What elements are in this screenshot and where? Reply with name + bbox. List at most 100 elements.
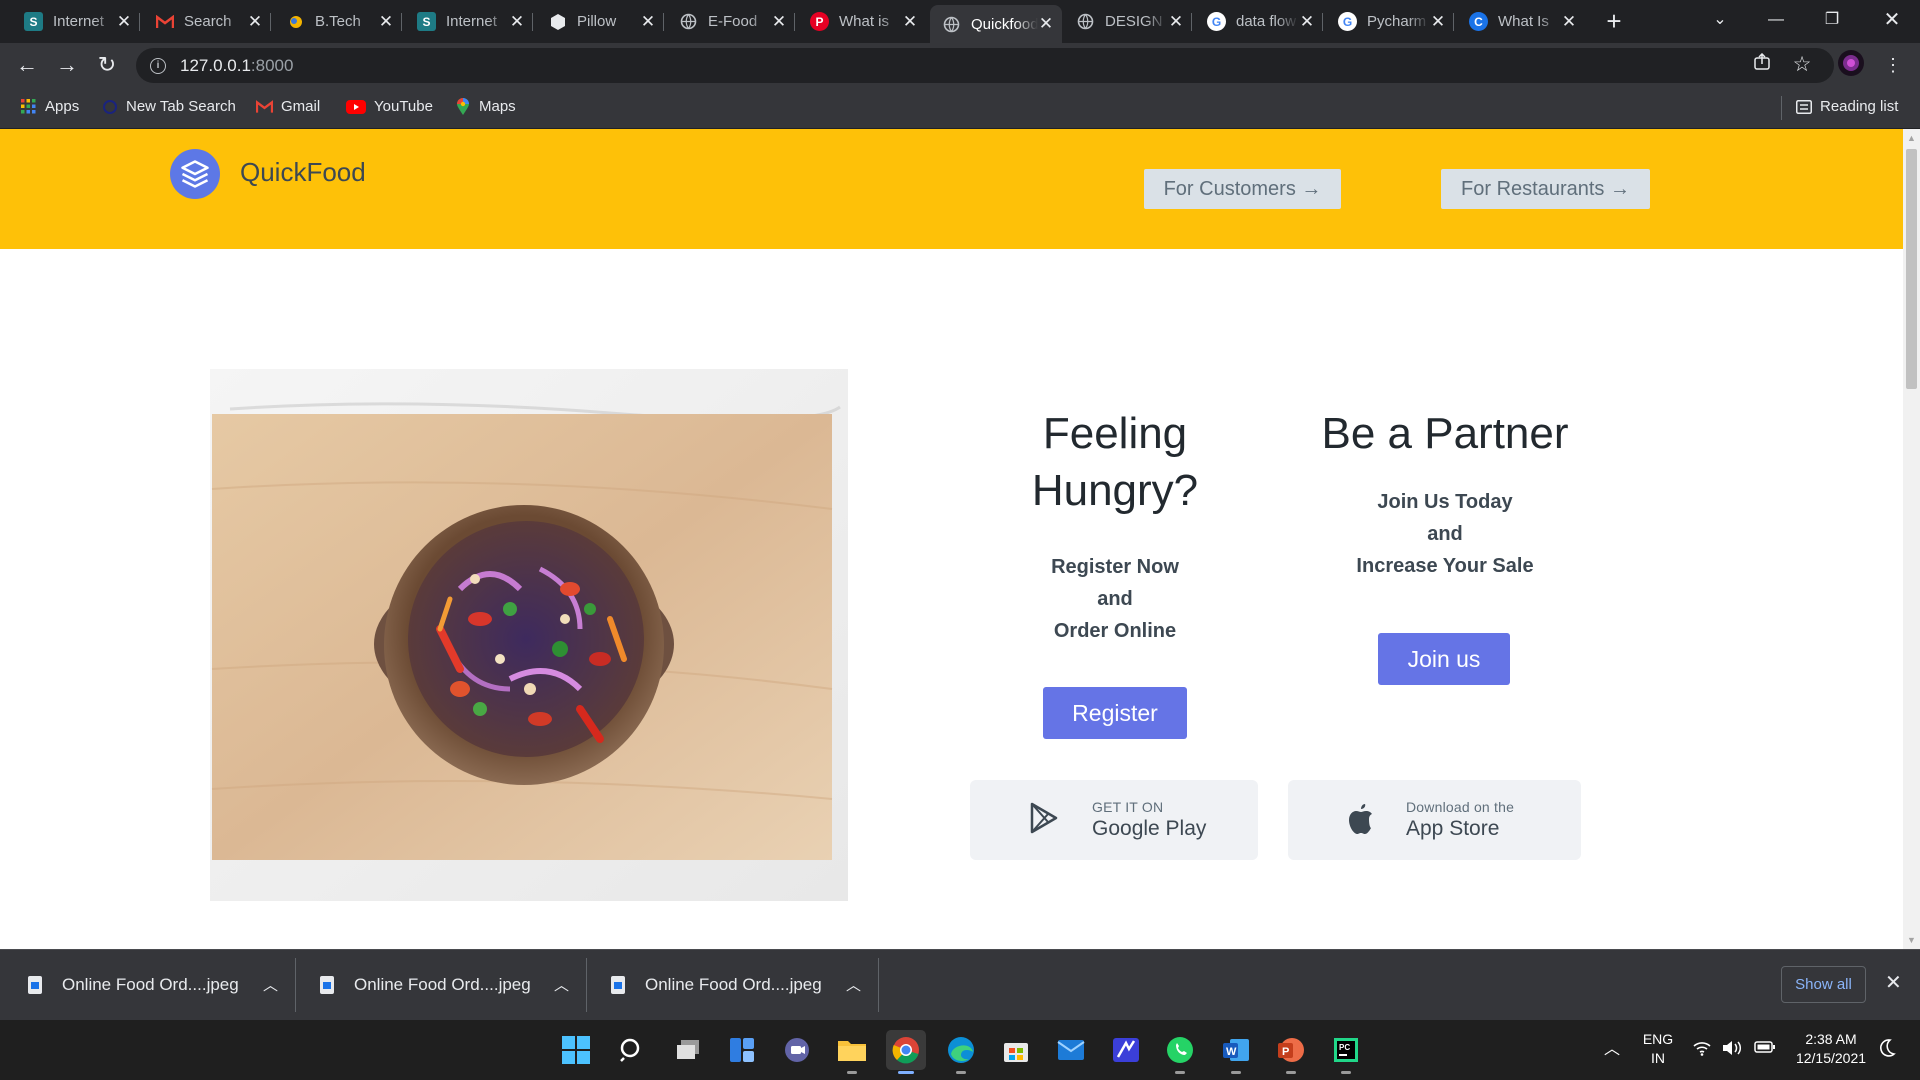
pycharm-icon[interactable]: PC	[1326, 1030, 1366, 1074]
bookmark-star-icon[interactable]: ☆	[1787, 50, 1817, 80]
bookmark-new-tab-search[interactable]: New Tab Search	[101, 98, 236, 115]
mail-icon[interactable]	[1051, 1030, 1091, 1070]
tab-close-icon[interactable]: ✕	[1038, 14, 1054, 34]
brand-name[interactable]: QuickFood	[240, 157, 366, 188]
reload-button[interactable]: ↻	[91, 49, 123, 81]
gmail-icon	[256, 98, 273, 115]
tab-close-icon[interactable]: ✕	[1299, 12, 1315, 32]
edge-icon[interactable]	[941, 1030, 981, 1074]
tab-close-icon[interactable]: ✕	[1168, 12, 1184, 32]
c-icon: C	[1469, 12, 1488, 31]
back-button[interactable]: ←	[11, 49, 43, 81]
stylus-app-icon[interactable]	[1106, 1030, 1146, 1070]
download-item-1[interactable]: Online Food Ord....jpeg ︿	[0, 950, 296, 1020]
bookmark-apps[interactable]: Apps	[20, 98, 79, 115]
tab-close-icon[interactable]: ✕	[1561, 12, 1577, 32]
powerpoint-icon[interactable]: P	[1271, 1030, 1311, 1074]
tab-close-icon[interactable]: ✕	[1430, 12, 1446, 32]
reading-list-button[interactable]: Reading list	[1795, 98, 1898, 115]
wifi-icon[interactable]	[1692, 1040, 1712, 1061]
gmail-icon	[155, 12, 174, 31]
tab-title: Pycharm	[1367, 13, 1427, 30]
tab-2[interactable]: Search ✕	[143, 4, 271, 39]
clock-time: 2:38 AM	[1805, 1031, 1857, 1047]
menu-kebab-icon[interactable]: ⋮	[1878, 50, 1908, 80]
bookmark-maps[interactable]: Maps	[454, 97, 516, 115]
tab-4[interactable]: S Internet ✕	[405, 4, 533, 39]
customer-line-1: Register Now	[1051, 556, 1179, 579]
site-info-icon[interactable]: i	[150, 57, 166, 74]
scroll-up-arrow-icon[interactable]: ▲	[1907, 133, 1916, 143]
microsoft-store-icon[interactable]	[996, 1030, 1036, 1070]
app-store-badge[interactable]: Download on the App Store	[1288, 780, 1581, 860]
battery-icon[interactable]	[1754, 1040, 1776, 1059]
word-icon[interactable]: W	[1216, 1030, 1256, 1074]
tab-8-active[interactable]: Quickfood ✕	[930, 5, 1062, 43]
customer-text: Register Now and Order Online	[990, 551, 1240, 647]
scrollbar-thumb[interactable]	[1906, 149, 1917, 389]
teams-chat-icon[interactable]	[777, 1030, 817, 1070]
page-scrollbar[interactable]: ▲ ▼	[1903, 129, 1920, 949]
tab-10[interactable]: G data flow ✕	[1195, 4, 1323, 39]
tab-9[interactable]: DESIGN ✕	[1064, 4, 1192, 39]
address-bar[interactable]: i 127.0.0.1:8000	[136, 48, 1834, 83]
forward-button[interactable]: →	[51, 49, 83, 81]
chevron-up-icon[interactable]: ︿	[263, 974, 278, 995]
for-customers-button[interactable]: For Customers →	[1144, 169, 1341, 209]
tab-close-icon[interactable]: ✕	[902, 12, 918, 32]
layers-logo-icon[interactable]	[170, 149, 220, 199]
minimize-button[interactable]: —	[1748, 0, 1804, 40]
chevron-up-icon[interactable]: ︿	[846, 974, 861, 995]
clock[interactable]: 2:38 AM 12/15/2021	[1786, 1030, 1876, 1068]
register-button[interactable]: Register	[1043, 687, 1187, 739]
volume-icon[interactable]	[1722, 1040, 1744, 1061]
google-icon: G	[1207, 12, 1226, 31]
tab-close-icon[interactable]: ✕	[247, 12, 263, 32]
download-item-2[interactable]: Online Food Ord....jpeg ︿	[296, 950, 587, 1020]
tab-close-icon[interactable]: ✕	[378, 12, 394, 32]
url-port: :8000	[250, 55, 294, 75]
share-icon[interactable]	[1747, 50, 1777, 80]
tab-11[interactable]: G Pycharm ✕	[1326, 4, 1454, 39]
tab-close-icon[interactable]: ✕	[116, 12, 132, 32]
close-downloads-icon[interactable]: ✕	[1885, 970, 1902, 995]
bookmark-youtube[interactable]: YouTube	[346, 98, 433, 115]
whatsapp-icon[interactable]	[1160, 1030, 1200, 1074]
new-tab-button[interactable]: +	[1599, 6, 1629, 36]
chevron-up-icon[interactable]: ︿	[554, 974, 569, 995]
tab-7[interactable]: P What is ✕	[798, 4, 926, 39]
profile-avatar[interactable]	[1836, 50, 1866, 80]
image-file-icon	[28, 976, 42, 994]
file-explorer-icon[interactable]	[832, 1030, 872, 1074]
tray-overflow-chevron-icon[interactable]: ︿	[1604, 1040, 1620, 1059]
scroll-down-arrow-icon[interactable]: ▼	[1907, 935, 1916, 945]
tab-close-icon[interactable]: ✕	[771, 12, 787, 32]
bookmark-label: YouTube	[374, 98, 433, 115]
globe-icon	[679, 12, 698, 31]
download-item-3[interactable]: Online Food Ord....jpeg ︿	[587, 950, 879, 1020]
focus-assist-moon-icon[interactable]	[1878, 1038, 1896, 1063]
tab-6[interactable]: E-Food ✕	[667, 4, 795, 39]
task-view-icon[interactable]	[668, 1030, 708, 1070]
google-play-badge[interactable]: GET IT ON Google Play	[970, 780, 1258, 860]
restore-button[interactable]: ❐	[1804, 0, 1860, 40]
language-indicator[interactable]: ENG IN	[1636, 1030, 1680, 1068]
show-all-downloads-button[interactable]: Show all	[1781, 966, 1866, 1003]
scribd-icon: S	[24, 12, 43, 31]
for-restaurants-button[interactable]: For Restaurants →	[1441, 169, 1650, 209]
chrome-icon[interactable]	[886, 1030, 926, 1074]
close-window-button[interactable]: ✕	[1864, 0, 1920, 40]
tab-3[interactable]: B.Tech ✕	[274, 4, 402, 39]
maps-icon	[454, 97, 471, 115]
search-icon[interactable]	[612, 1030, 652, 1070]
tab-1[interactable]: S Internet ✕	[12, 4, 140, 39]
tab-search-chevron-icon[interactable]: ⌄	[1692, 0, 1748, 40]
tab-close-icon[interactable]: ✕	[640, 12, 656, 32]
widgets-icon[interactable]	[722, 1030, 762, 1070]
join-us-button[interactable]: Join us	[1378, 633, 1510, 685]
tab-close-icon[interactable]: ✕	[509, 12, 525, 32]
tab-12[interactable]: C What Is ✕	[1457, 4, 1585, 39]
bookmark-gmail[interactable]: Gmail	[256, 98, 320, 115]
tab-5[interactable]: Pillow ✕	[536, 4, 664, 39]
windows-start-icon[interactable]	[556, 1030, 596, 1070]
